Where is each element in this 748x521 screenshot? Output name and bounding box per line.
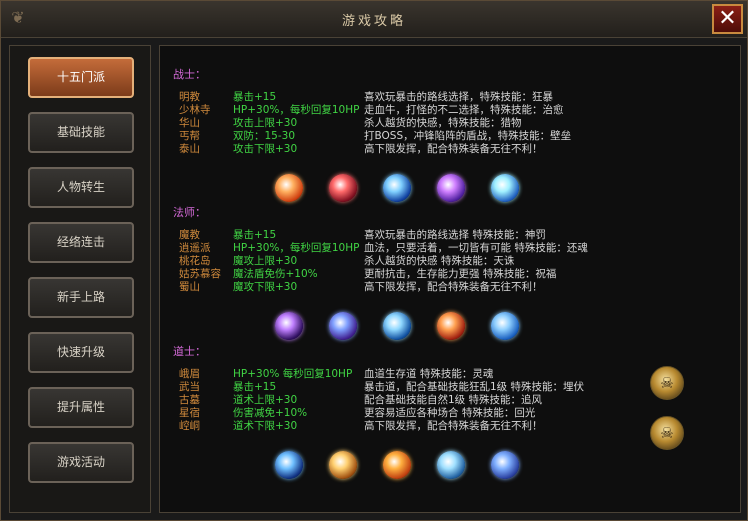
class-description: 杀人越货的快感 特殊技能：天诛 <box>364 255 515 267</box>
class-bonus: HP+30% 每秒回复10HP <box>233 368 353 380</box>
class-name: 古墓 <box>179 394 200 406</box>
section-title: 道士： <box>173 345 206 358</box>
blue-vortex-skill-icon[interactable] <box>275 451 303 479</box>
class-description: 杀人越货的快感，特殊技能：猎物 <box>364 117 522 129</box>
class-name: 峨眉 <box>179 368 200 380</box>
blue-splash-skill-icon[interactable] <box>437 451 465 479</box>
class-name: 姑苏慕容 <box>179 268 221 280</box>
guide-content: 战士： 明教 暴击+15 喜欢玩暴击的路线选择，特殊技能：狂暴 少林寺 HP+30%，每秒… <box>159 45 741 513</box>
class-description: 暴击道，配合基础技能狂乱1级 特殊技能：埋伏 <box>364 381 585 393</box>
sidebar: 十五门派基础技能人物转生经络连击新手上路快速升级提升属性游戏活动 <box>9 45 151 513</box>
class-name: 崆峒 <box>179 420 200 432</box>
class-name: 华山 <box>179 117 200 129</box>
class-description: 高下限发挥，配合特殊装备无往不利！ <box>364 281 543 293</box>
game-guide-window: ❦ 游戏攻略 ✕ 十五门派基础技能人物转生经络连击新手上路快速升级提升属性游戏活… <box>0 0 748 521</box>
blue-blast-skill-icon[interactable] <box>383 312 411 340</box>
window-title: 游戏攻略 <box>341 14 406 29</box>
sidebar-item-5[interactable]: 快速升级 <box>28 332 134 373</box>
class-name: 逍遥派 <box>179 242 211 254</box>
section-title: 战士： <box>173 68 206 81</box>
class-bonus: 道术下限+30 <box>233 420 298 432</box>
blue-burst-skill-icon[interactable] <box>383 174 411 202</box>
red-slash-skill-icon[interactable] <box>329 174 357 202</box>
class-bonus: 道术上限+30 <box>233 394 298 406</box>
blue-comet-skill-icon[interactable] <box>491 312 519 340</box>
class-description: 更容易适应各种场合 特殊技能：回光 <box>364 407 536 419</box>
class-name: 明教 <box>179 91 200 103</box>
class-name: 魔教 <box>179 229 200 241</box>
class-name: 星宿 <box>179 407 200 419</box>
golden-figure-skill-icon[interactable] <box>329 451 357 479</box>
purple-armor-skill-icon[interactable] <box>437 174 465 202</box>
class-bonus: 魔攻上限+30 <box>233 255 298 267</box>
title-bar: ❦ 游戏攻略 ✕ <box>1 1 747 38</box>
class-bonus: 魔攻下限+30 <box>233 281 298 293</box>
purple-lightning-skill-icon[interactable] <box>275 312 303 340</box>
class-bonus: 暴击+15 <box>233 229 277 241</box>
sidebar-item-0[interactable]: 十五门派 <box>28 57 134 98</box>
class-bonus: HP+30%，每秒回复10HP <box>233 242 360 254</box>
class-description: 更耐抗击，生存能力更强 特殊技能：祝福 <box>364 268 557 280</box>
class-description: 高下限发挥，配合特殊装备无往不利！ <box>364 143 543 155</box>
class-bonus: 攻击下限+30 <box>233 143 298 155</box>
class-description: 血道生存道 特殊技能：灵魂 <box>364 368 494 380</box>
fire-claw-skill-icon[interactable] <box>275 174 303 202</box>
sidebar-item-4[interactable]: 新手上路 <box>28 277 134 318</box>
class-name: 丐帮 <box>179 130 200 142</box>
class-name: 桃花岛 <box>179 255 211 267</box>
class-bonus: 攻击上限+30 <box>233 117 298 129</box>
class-bonus: 伤害减免+10% <box>233 407 308 419</box>
fire-runner-skill-icon[interactable] <box>383 451 411 479</box>
sidebar-item-3[interactable]: 经络连击 <box>28 222 134 263</box>
section-title: 法师： <box>173 206 206 219</box>
sidebar-item-1[interactable]: 基础技能 <box>28 112 134 153</box>
sidebar-item-7[interactable]: 游戏活动 <box>28 442 134 483</box>
blue-cloud-skill-icon[interactable] <box>491 451 519 479</box>
golden-skeleton-icon[interactable]: ☠ <box>650 366 684 400</box>
class-name: 泰山 <box>179 143 200 155</box>
fire-wing-skill-icon[interactable] <box>437 312 465 340</box>
golden-skeleton-icon[interactable]: ☠ <box>650 416 684 450</box>
class-description: 高下限发挥，配合特殊装备无往不利！ <box>364 420 543 432</box>
class-bonus: 双防：15-30 <box>233 130 296 142</box>
close-button[interactable]: ✕ <box>712 4 743 34</box>
class-description: 血法，只要活着，一切皆有可能 特殊技能：还魂 <box>364 242 588 254</box>
class-name: 少林寺 <box>179 104 211 116</box>
class-description: 走血牛，打怪的不二选择，特殊技能：治愈 <box>364 104 564 116</box>
class-name: 蜀山 <box>179 281 200 293</box>
class-bonus: 魔法盾免伤+10% <box>233 268 318 280</box>
class-description: 喜欢玩暴击的路线选择，特殊技能：狂暴 <box>364 91 553 103</box>
blue-purple-orb-skill-icon[interactable] <box>329 312 357 340</box>
class-description: 配合基础技能自然1级 特殊技能：追风 <box>364 394 543 406</box>
class-description: 打BOSS，冲锋陷阵的盾战，特殊技能：壁垒 <box>364 130 572 142</box>
class-bonus: HP+30%，每秒回复10HP <box>233 104 360 116</box>
class-name: 武当 <box>179 381 200 393</box>
ice-sword-skill-icon[interactable] <box>491 174 519 202</box>
sidebar-item-6[interactable]: 提升属性 <box>28 387 134 428</box>
sidebar-item-2[interactable]: 人物转生 <box>28 167 134 208</box>
class-bonus: 暴击+15 <box>233 381 277 393</box>
class-bonus: 暴击+15 <box>233 91 277 103</box>
class-description: 喜欢玩暴击的路线选择 特殊技能：神罚 <box>364 229 546 241</box>
